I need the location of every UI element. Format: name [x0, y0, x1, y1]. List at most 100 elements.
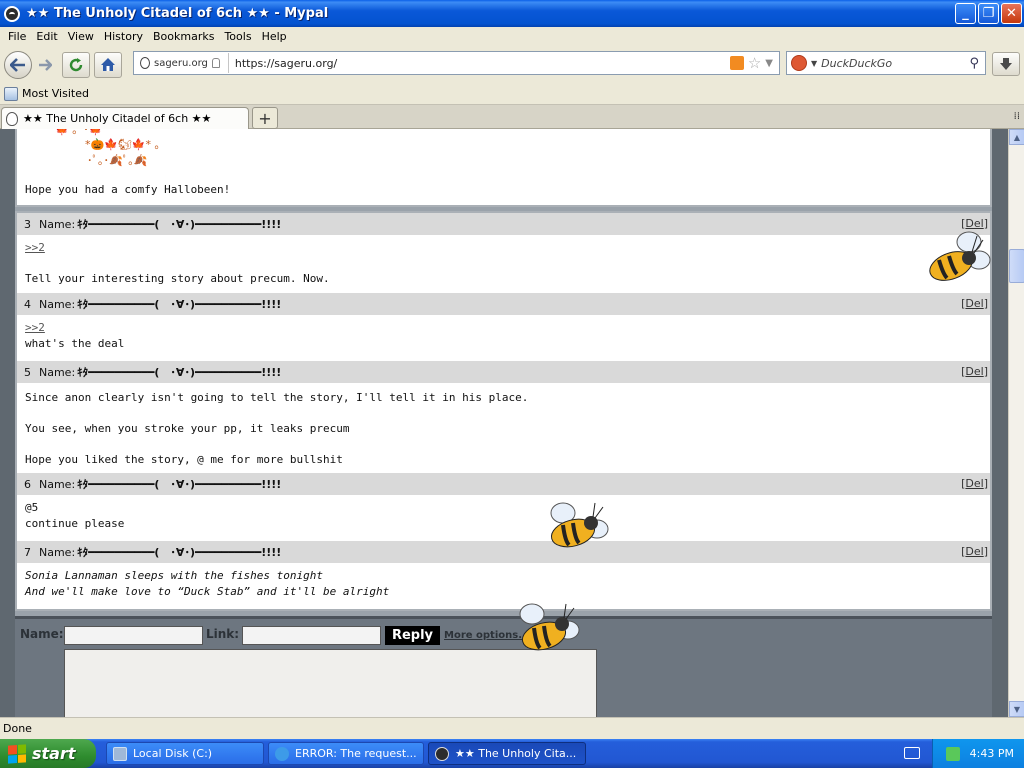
- post-text-line: Hope you liked the story, @ me for more …: [25, 453, 343, 466]
- minimize-button[interactable]: _: [955, 3, 976, 24]
- lock-icon: [211, 58, 220, 68]
- download-arrow-icon: [1000, 58, 1012, 70]
- site-identity-button[interactable]: sageru.org: [134, 53, 229, 73]
- delete-link[interactable]: Del: [965, 545, 983, 558]
- forward-button[interactable]: [34, 52, 56, 78]
- post-header: 6 Name: ｷﾀ━━━━━━━━━━( ･∀･)━━━━━━━━━━!!!!…: [17, 473, 990, 495]
- post-body: >>2 what's the deal: [17, 315, 990, 361]
- delete-link[interactable]: Del: [965, 297, 983, 310]
- windows-taskbar: start Local Disk (C:) ERROR: The request…: [0, 739, 1024, 768]
- menu-tools[interactable]: Tools: [219, 30, 256, 43]
- new-tab-button[interactable]: +: [252, 107, 278, 129]
- scroll-thumb[interactable]: [1009, 249, 1024, 283]
- scroll-down-arrow-icon[interactable]: ▼: [1009, 701, 1024, 717]
- post-header: 4 Name: ｷﾀ━━━━━━━━━━( ･∀･)━━━━━━━━━━!!!!…: [17, 293, 990, 315]
- bee-animation-icon: [519, 603, 580, 651]
- network-tray-icon[interactable]: [945, 746, 960, 761]
- op-emoji-art-line1: *🎃🍁🐿🍁* ｡: [85, 138, 161, 151]
- post-name-label: Name:: [39, 365, 76, 379]
- post-text-line: continue please: [25, 517, 125, 530]
- page-content[interactable]: 🍁 ｡ﾟ･🍁 *🎃🍁🐿🍁* ｡ ･ﾟ｡･🍂ﾟ｡🍂 Hope you had a …: [0, 129, 1008, 717]
- post-name-label: Name:: [39, 217, 76, 231]
- status-text: Done: [3, 722, 32, 735]
- delete-link[interactable]: Del: [965, 365, 983, 378]
- menu-file[interactable]: File: [3, 30, 31, 43]
- reply-link-label: Link:: [206, 627, 240, 641]
- search-icon[interactable]: ⚲: [969, 56, 979, 71]
- back-button[interactable]: [4, 50, 32, 79]
- post-text-line: And we'll make love to “Duck Stab” and i…: [25, 585, 390, 598]
- bookmark-most-visited[interactable]: Most Visited: [22, 87, 89, 100]
- window-titlebar[interactable]: ★★ The Unholy Citadel of 6ch ★★ - Mypal …: [0, 0, 1024, 27]
- post-text-line: what's the deal: [25, 337, 125, 350]
- url-dropdown-icon[interactable]: ▼: [765, 58, 773, 69]
- url-text[interactable]: https://sageru.org/: [229, 57, 730, 70]
- search-input[interactable]: DuckDuckGo: [821, 57, 969, 70]
- post-name-label: Name:: [39, 297, 76, 311]
- post-header: 3 Name: ｷﾀ━━━━━━━━━━( ･∀･)━━━━━━━━━━!!!!…: [17, 213, 990, 235]
- post-header: 5 Name: ｷﾀ━━━━━━━━━━( ･∀･)━━━━━━━━━━!!!!…: [17, 361, 990, 383]
- delete-link[interactable]: Del: [965, 477, 983, 490]
- post-number[interactable]: 6: [24, 478, 31, 491]
- post-author: ｷﾀ━━━━━━━━━━( ･∀･)━━━━━━━━━━!!!!: [77, 546, 282, 559]
- post-number[interactable]: 4: [24, 298, 31, 311]
- internet-explorer-icon: [275, 746, 289, 761]
- tab-active[interactable]: ★★ The Unholy Citadel of 6ch ★★: [1, 107, 249, 129]
- site-globe-icon: [140, 57, 150, 69]
- op-emoji-art-line2: ･ﾟ｡･🍂ﾟ｡🍂: [87, 154, 148, 167]
- mypal-app-icon[interactable]: [4, 5, 20, 22]
- quote-reference-link[interactable]: >>2: [25, 321, 45, 334]
- menu-help[interactable]: Help: [257, 30, 292, 43]
- menu-view[interactable]: View: [63, 30, 99, 43]
- site-identity-label: sageru.org: [154, 57, 208, 69]
- delete-link[interactable]: Del: [965, 217, 983, 230]
- scroll-up-arrow-icon[interactable]: ▲: [1009, 129, 1024, 145]
- menu-history[interactable]: History: [99, 30, 148, 43]
- reply-button[interactable]: Reply: [385, 626, 440, 645]
- engine-dropdown-icon[interactable]: ▼: [811, 59, 817, 68]
- post-number[interactable]: 3: [24, 218, 31, 231]
- search-bar[interactable]: ▼ DuckDuckGo ⚲: [786, 51, 986, 75]
- reply-name-label: Name:: [20, 627, 64, 641]
- reply-link-input[interactable]: [242, 626, 381, 645]
- post-body: @5 continue please: [17, 495, 990, 541]
- tab-list-icon[interactable]: ⁞⁞: [1014, 111, 1020, 122]
- forward-arrow-icon: [39, 58, 52, 71]
- post-name-label: Name:: [39, 545, 76, 559]
- site-favicon-icon: [6, 111, 18, 126]
- maximize-button[interactable]: ❐: [978, 3, 999, 24]
- taskbar-item-local-disk[interactable]: Local Disk (C:): [106, 742, 264, 765]
- menu-bar: File Edit View History Bookmarks Tools H…: [0, 27, 1024, 46]
- replies-list: 3 Name: ｷﾀ━━━━━━━━━━( ･∀･)━━━━━━━━━━!!!!…: [15, 211, 992, 611]
- clock[interactable]: 4:43 PM: [970, 747, 1014, 760]
- start-label: start: [32, 744, 76, 763]
- menu-edit[interactable]: Edit: [31, 30, 62, 43]
- rss-feed-icon[interactable]: [729, 56, 744, 70]
- window-title: ★★ The Unholy Citadel of 6ch ★★ - Mypal: [26, 6, 329, 21]
- page-vertical-scrollbar[interactable]: ▲ ▼: [1008, 129, 1024, 717]
- taskbar-item-mypal[interactable]: ★★ The Unholy Cita...: [428, 742, 586, 765]
- home-button[interactable]: [94, 51, 122, 78]
- bookmarks-toolbar: Most Visited: [0, 83, 1024, 105]
- reply-form: Name: Link: Reply More options...: [15, 616, 992, 717]
- back-arrow-icon: [10, 57, 25, 72]
- close-button[interactable]: ✕: [1001, 3, 1022, 24]
- downloads-button[interactable]: [992, 52, 1020, 76]
- bookmark-star-icon[interactable]: ☆: [748, 54, 761, 72]
- post-number[interactable]: 5: [24, 366, 31, 379]
- mypal-icon: [435, 746, 449, 761]
- post-number[interactable]: 7: [24, 546, 31, 559]
- keyboard-layout-icon[interactable]: [904, 747, 920, 759]
- post-author: ｷﾀ━━━━━━━━━━( ･∀･)━━━━━━━━━━!!!!: [77, 298, 282, 311]
- taskbar-item-ie-error[interactable]: ERROR: The request...: [268, 742, 424, 765]
- menu-bookmarks[interactable]: Bookmarks: [148, 30, 219, 43]
- post-author: ｷﾀ━━━━━━━━━━( ･∀･)━━━━━━━━━━!!!!: [77, 478, 282, 491]
- duckduckgo-engine-icon[interactable]: [791, 55, 807, 71]
- navigation-toolbar: sageru.org https://sageru.org/ ☆ ▼ ▼ Duc…: [0, 46, 1024, 83]
- start-button[interactable]: start: [0, 739, 96, 768]
- address-bar[interactable]: sageru.org https://sageru.org/ ☆ ▼: [133, 51, 780, 75]
- reply-name-input[interactable]: [64, 626, 203, 645]
- post-text-line: Sonia Lannaman sleeps with the fishes to…: [25, 569, 324, 582]
- quote-reference-link[interactable]: >>2: [25, 241, 45, 254]
- reload-button[interactable]: [62, 51, 90, 78]
